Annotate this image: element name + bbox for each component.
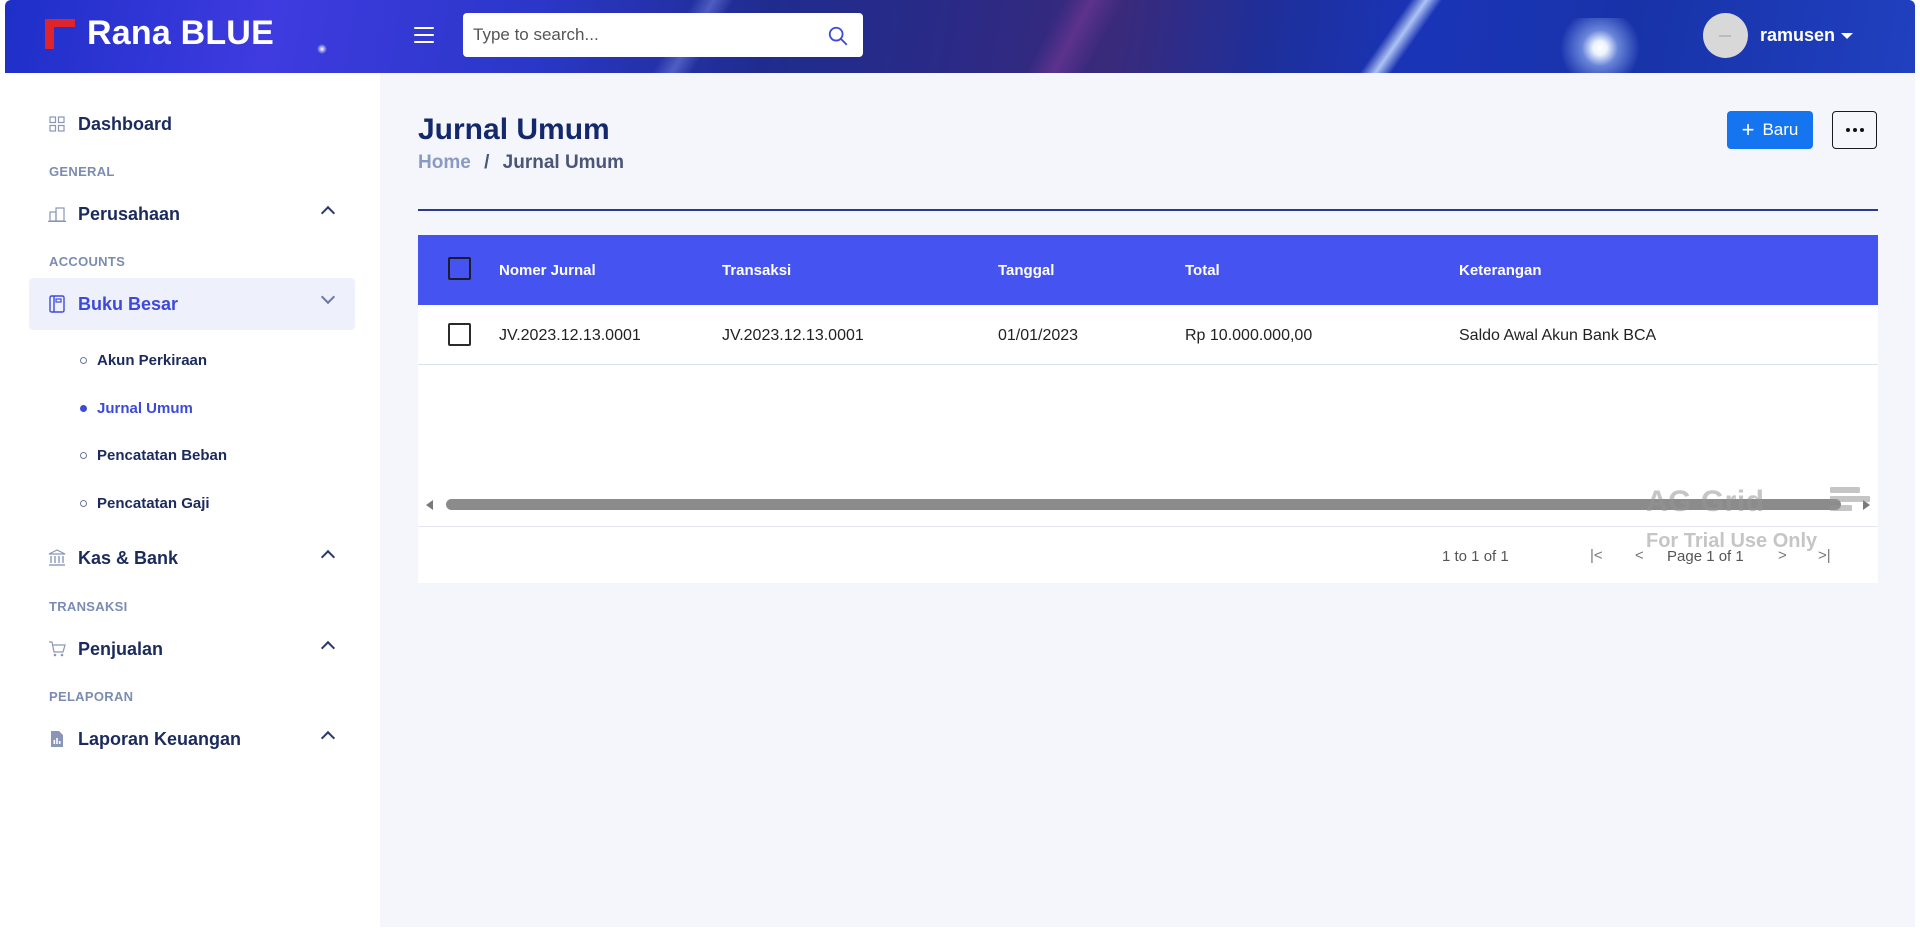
chevron-up-icon (320, 640, 336, 656)
plus-icon: + (1741, 117, 1755, 142)
cell-total: Rp 10.000.000,00 (1185, 327, 1313, 344)
cart-icon (48, 640, 66, 658)
header-decoration (1315, 0, 1475, 73)
sidebar-item-label: Dashboard (78, 113, 173, 134)
sidebar-subitem-jurnal-umum[interactable]: Jurnal Umum (80, 393, 193, 423)
bank-icon (48, 549, 66, 567)
sidebar-item-label: Buku Besar (78, 293, 179, 314)
column-header-total[interactable]: Total (1185, 262, 1220, 279)
scrollbar-thumb[interactable] (446, 499, 1841, 510)
report-icon (48, 730, 66, 748)
sidebar-subitem-akun-perkiraan[interactable]: Akun Perkiraan (80, 345, 207, 375)
watermark-title: AG Grid (1646, 485, 1765, 518)
select-all-checkbox[interactable] (448, 257, 471, 280)
column-header-keterangan[interactable]: Keterangan (1459, 262, 1542, 279)
bullet-icon (80, 404, 87, 412)
book-icon (48, 295, 66, 313)
bullet-icon (80, 356, 87, 364)
pager-divider (418, 526, 1878, 527)
chevron-up-icon (320, 549, 336, 565)
search-box (463, 13, 863, 57)
pager-row-summary: 1 to 1 of 1 (1442, 548, 1509, 565)
cell-transaksi: JV.2023.12.13.0001 (722, 327, 864, 344)
avatar (1702, 13, 1748, 58)
caret-down-icon (1841, 32, 1853, 39)
sidebar-subitem-label: Pencatatan Gaji (97, 494, 210, 512)
next-page-icon[interactable]: > (1778, 547, 1787, 564)
header-sparkle (317, 44, 327, 54)
menu-toggle-icon[interactable] (414, 27, 434, 43)
sidebar-item-penjualan[interactable]: Penjualan (29, 623, 355, 675)
row-checkbox[interactable] (448, 323, 471, 346)
section-label-accounts: ACCOUNTS (49, 254, 126, 269)
sidebar-item-label: Laporan Keuangan (78, 728, 242, 749)
more-horizontal-icon (1845, 128, 1864, 132)
section-label-transaksi: TRANSAKSI (49, 599, 128, 614)
sidebar-subitem-label: Pencatatan Beban (97, 446, 228, 464)
sidebar-item-dashboard[interactable]: Dashboard (29, 98, 355, 150)
sidebar-subitem-pencatatan-beban[interactable]: Pencatatan Beban (80, 440, 227, 470)
breadcrumb-separator: / (484, 152, 490, 173)
page-title: Jurnal Umum (418, 113, 610, 146)
sidebar-subitem-pencatatan-gaji[interactable]: Pencatatan Gaji (80, 488, 210, 518)
cell-nomer-jurnal: JV.2023.12.13.0001 (499, 327, 641, 344)
brand-logo[interactable]: Rana BLUE (45, 14, 274, 53)
sidebar-subitem-label: Jurnal Umum (97, 399, 193, 417)
sidebar-item-label: Kas & Bank (78, 547, 179, 568)
sidebar-item-label: Penjualan (78, 638, 164, 659)
bullet-icon (80, 451, 87, 459)
chevron-down-icon (320, 289, 336, 305)
column-header-transaksi[interactable]: Transaksi (722, 262, 791, 279)
username: ramusen (1759, 25, 1835, 45)
grid-icon (48, 115, 66, 133)
first-page-icon[interactable]: |< (1590, 547, 1603, 564)
brand-mark-icon (45, 16, 79, 52)
bullet-icon (80, 499, 87, 507)
search-icon[interactable] (827, 25, 849, 47)
sidebar: Dashboard GENERAL Perusahaan ACCOUNTS Bu… (5, 73, 380, 927)
new-button[interactable]: + Baru (1727, 111, 1813, 149)
column-header-nomer-jurnal[interactable]: Nomer Jurnal (499, 262, 596, 279)
breadcrumb-home-link[interactable]: Home (418, 152, 471, 173)
header-flare (1545, 18, 1655, 73)
cell-tanggal: 01/01/2023 (998, 327, 1079, 344)
top-header: Rana BLUE ramusen (5, 0, 1915, 73)
sidebar-item-buku-besar[interactable]: Buku Besar (29, 278, 355, 330)
chevron-up-icon (320, 205, 336, 221)
grid-header-row: Nomer Jurnal Transaksi Tanggal Total Ket… (418, 235, 1878, 305)
sidebar-subitem-label: Akun Perkiraan (97, 351, 208, 369)
sidebar-item-laporan-keuangan[interactable]: Laporan Keuangan (29, 713, 355, 765)
sidebar-item-perusahaan[interactable]: Perusahaan (29, 188, 355, 240)
table-row[interactable]: JV.2023.12.13.0001 JV.2023.12.13.0001 01… (418, 305, 1878, 365)
main-content: Jurnal Umum Home / Jurnal Umum + Baru No… (380, 73, 1915, 927)
header-decoration (965, 0, 1165, 73)
breadcrumb: Home / Jurnal Umum (418, 152, 624, 174)
scroll-left-icon[interactable] (426, 500, 433, 510)
section-label-general: GENERAL (49, 164, 115, 179)
user-menu[interactable]: ramusen (1702, 13, 1853, 58)
new-button-label: Baru (1762, 120, 1799, 139)
previous-page-icon[interactable]: < (1635, 547, 1644, 564)
ag-grid-logo-icon (1830, 487, 1870, 517)
building-icon (48, 205, 66, 223)
brand-name: Rana BLUE (87, 14, 274, 52)
chevron-up-icon (320, 730, 336, 746)
sidebar-item-kas-bank[interactable]: Kas & Bank (29, 532, 355, 584)
cell-keterangan: Saldo Awal Akun Bank BCA (1459, 327, 1657, 344)
journal-grid: Nomer Jurnal Transaksi Tanggal Total Ket… (418, 235, 1878, 583)
more-options-button[interactable] (1832, 111, 1877, 149)
search-input[interactable] (473, 15, 813, 55)
column-header-tanggal[interactable]: Tanggal (998, 262, 1054, 279)
section-label-pelaporan: PELAPORAN (49, 689, 134, 704)
breadcrumb-current: Jurnal Umum (502, 152, 625, 173)
title-divider (418, 209, 1878, 211)
sidebar-item-label: Perusahaan (78, 203, 181, 224)
pager-page-summary: Page 1 of 1 (1667, 548, 1744, 565)
last-page-icon[interactable]: >| (1818, 547, 1831, 564)
